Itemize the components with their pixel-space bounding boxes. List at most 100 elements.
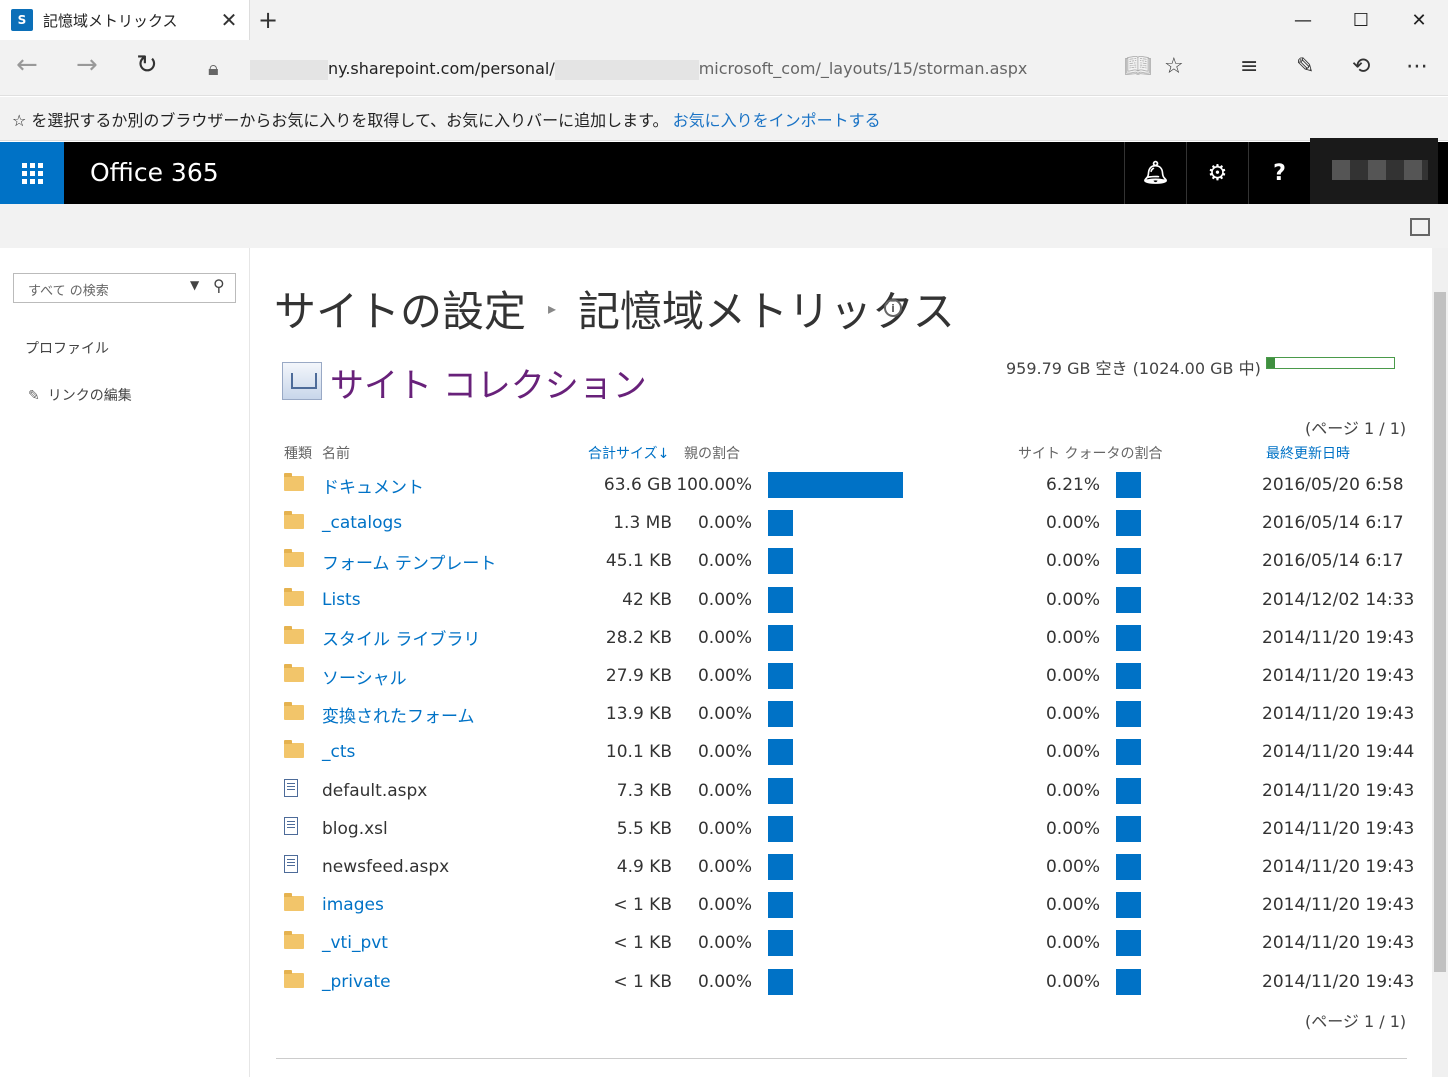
item-name[interactable]: _cts (322, 742, 355, 762)
minimize-icon[interactable]: — (1274, 0, 1332, 40)
item-name: default.aspx (322, 780, 428, 801)
row-quota-pct-cell: 0.00% (1045, 971, 1100, 992)
url-redaction (250, 59, 328, 80)
refresh-icon[interactable]: ↻ (136, 50, 158, 80)
item-name[interactable]: images (322, 895, 384, 915)
row-parent-pct-cell: 0.00% (697, 933, 752, 954)
breadcrumb-parent[interactable]: サイトの設定 (274, 278, 526, 339)
nav-item-profile[interactable]: プロファイル (25, 338, 109, 358)
row-parent-pct-cell: 0.00% (697, 856, 752, 877)
close-window-icon[interactable]: ✕ (1390, 0, 1448, 40)
search-input[interactable]: すべて の検索 ▼ ⚲ (13, 273, 236, 303)
parent-pct-bar (768, 853, 793, 880)
user-account[interactable] (1310, 138, 1438, 214)
app-launcher-icon[interactable] (0, 142, 64, 204)
tab-close-icon[interactable]: ✕ (209, 8, 249, 32)
import-favorites-link[interactable]: お気に入りをインポートする (673, 107, 881, 131)
row-date-cell: 2014/11/20 19:43 (1262, 666, 1415, 687)
url-redaction (554, 59, 699, 80)
item-name[interactable]: スタイル ライブラリ (322, 630, 480, 650)
row-quota-pct-cell: 0.00% (1045, 513, 1100, 534)
row-parent-bar-cell (768, 733, 1006, 771)
help-icon[interactable]: ? (1248, 142, 1310, 204)
row-quota-pct-cell: 6.21% (1045, 475, 1100, 496)
row-parent-pct-cell: 0.00% (697, 551, 752, 572)
favorite-star-icon[interactable]: ☆ (1164, 54, 1184, 79)
row-name-cell: _cts (322, 733, 588, 771)
search-scope-dropdown-icon[interactable]: ▼ (190, 278, 199, 292)
notifications-bell-icon[interactable]: 🔔︎ (1124, 142, 1186, 204)
row-quota-pct-cell: 0.00% (1045, 704, 1100, 725)
item-name[interactable]: ドキュメント (322, 478, 424, 498)
row-parent-bar-cell (768, 695, 1006, 733)
maximize-icon[interactable]: ☐ (1332, 0, 1390, 40)
row-name-cell: newsfeed.aspx (322, 848, 588, 886)
search-icon[interactable]: ⚲ (213, 276, 225, 295)
row-size-cell: 10.1 KB (605, 742, 672, 763)
row-date-cell: 2014/11/20 19:43 (1262, 780, 1415, 801)
row-date-cell: 2016/05/14 6:17 (1262, 551, 1404, 572)
parent-pct-bar (768, 548, 793, 575)
breadcrumb-separator-icon: ▸ (548, 299, 557, 318)
page-indicator-bottom: (ページ 1 / 1) (1305, 1012, 1407, 1031)
quota-pct-bar (1116, 624, 1141, 651)
item-name[interactable]: _private (322, 972, 391, 992)
row-size-cell: 5.5 KB (616, 818, 672, 839)
row-parent-bar-cell (768, 619, 1006, 657)
share-icon[interactable]: ⟲ (1352, 54, 1370, 79)
user-name-redaction (1332, 160, 1428, 180)
file-icon (284, 855, 298, 874)
file-icon (284, 817, 298, 836)
url-field[interactable]: ny.sharepoint.com/personal/microsoft_com… (250, 59, 1027, 80)
item-name[interactable]: フォーム テンプレート (322, 554, 496, 574)
row-type-cell (278, 619, 322, 657)
forward-arrow-icon[interactable]: → (76, 50, 98, 80)
row-date-cell: 2014/11/20 19:43 (1262, 856, 1415, 877)
focus-mode-icon[interactable] (1410, 218, 1430, 236)
row-quota-bar-cell (1116, 542, 1262, 580)
item-name[interactable]: 変換されたフォーム (322, 707, 475, 727)
row-size-cell: < 1 KB (613, 895, 672, 916)
row-parent-pct-cell: 0.00% (697, 513, 752, 534)
row-size-cell: 63.6 GB (603, 475, 672, 496)
settings-gear-icon[interactable]: ⚙ (1186, 142, 1248, 204)
back-arrow-icon[interactable]: ← (16, 50, 38, 80)
row-type-cell (278, 657, 322, 695)
suite-title[interactable]: Office 365 (90, 158, 219, 187)
header-total-size[interactable]: 合計サイズ↓ (588, 440, 672, 466)
table-row: newsfeed.aspx 4.9 KB 0.00% 0.00% 2014/11/20 … (278, 848, 1442, 886)
folder-icon (284, 473, 304, 492)
item-name[interactable]: _catalogs (322, 513, 402, 533)
nav-item-edit-links[interactable]: ✎ リンクの編集 (28, 385, 132, 405)
row-parent-bar-cell (768, 962, 1006, 1000)
row-quota-pct-cell: 0.00% (1045, 551, 1100, 572)
web-note-icon[interactable]: ✎ (1296, 54, 1314, 79)
hub-icon[interactable]: ≡ (1240, 54, 1258, 79)
quota-progress-fill (1267, 358, 1275, 368)
site-collection-icon (282, 362, 322, 400)
parent-pct-bar (768, 930, 793, 957)
row-quota-bar-cell (1116, 962, 1262, 1000)
row-quota-bar-cell (1116, 504, 1262, 542)
reading-view-icon[interactable]: 📖︎ (1124, 54, 1152, 79)
item-name[interactable]: _vti_pvt (322, 933, 388, 953)
header-last-modified[interactable]: 最終更新日時 (1262, 440, 1442, 466)
info-icon[interactable]: i (884, 299, 902, 317)
new-tab-icon[interactable]: + (258, 6, 278, 34)
folder-icon (284, 625, 304, 644)
row-parent-bar-cell (768, 542, 1006, 580)
row-size-cell: 4.9 KB (616, 856, 672, 877)
more-icon[interactable]: ⋯ (1406, 54, 1428, 79)
parent-pct-bar (768, 968, 793, 995)
item-name[interactable]: Lists (322, 590, 361, 610)
row-date-cell: 2014/11/20 19:44 (1262, 742, 1415, 763)
browser-tab[interactable]: S 記憶域メトリックス ✕ (0, 0, 250, 40)
item-name: blog.xsl (322, 818, 388, 839)
item-name[interactable]: ソーシャル (322, 669, 407, 689)
parent-pct-bar (768, 624, 793, 651)
quota-text: 959.79 GB 空き (1024.00 GB 中) (1006, 359, 1261, 378)
quota-pct-bar (1116, 815, 1141, 842)
row-quota-bar-cell (1116, 733, 1262, 771)
row-parent-bar-cell (768, 657, 1006, 695)
row-quota-bar-cell (1116, 581, 1262, 619)
